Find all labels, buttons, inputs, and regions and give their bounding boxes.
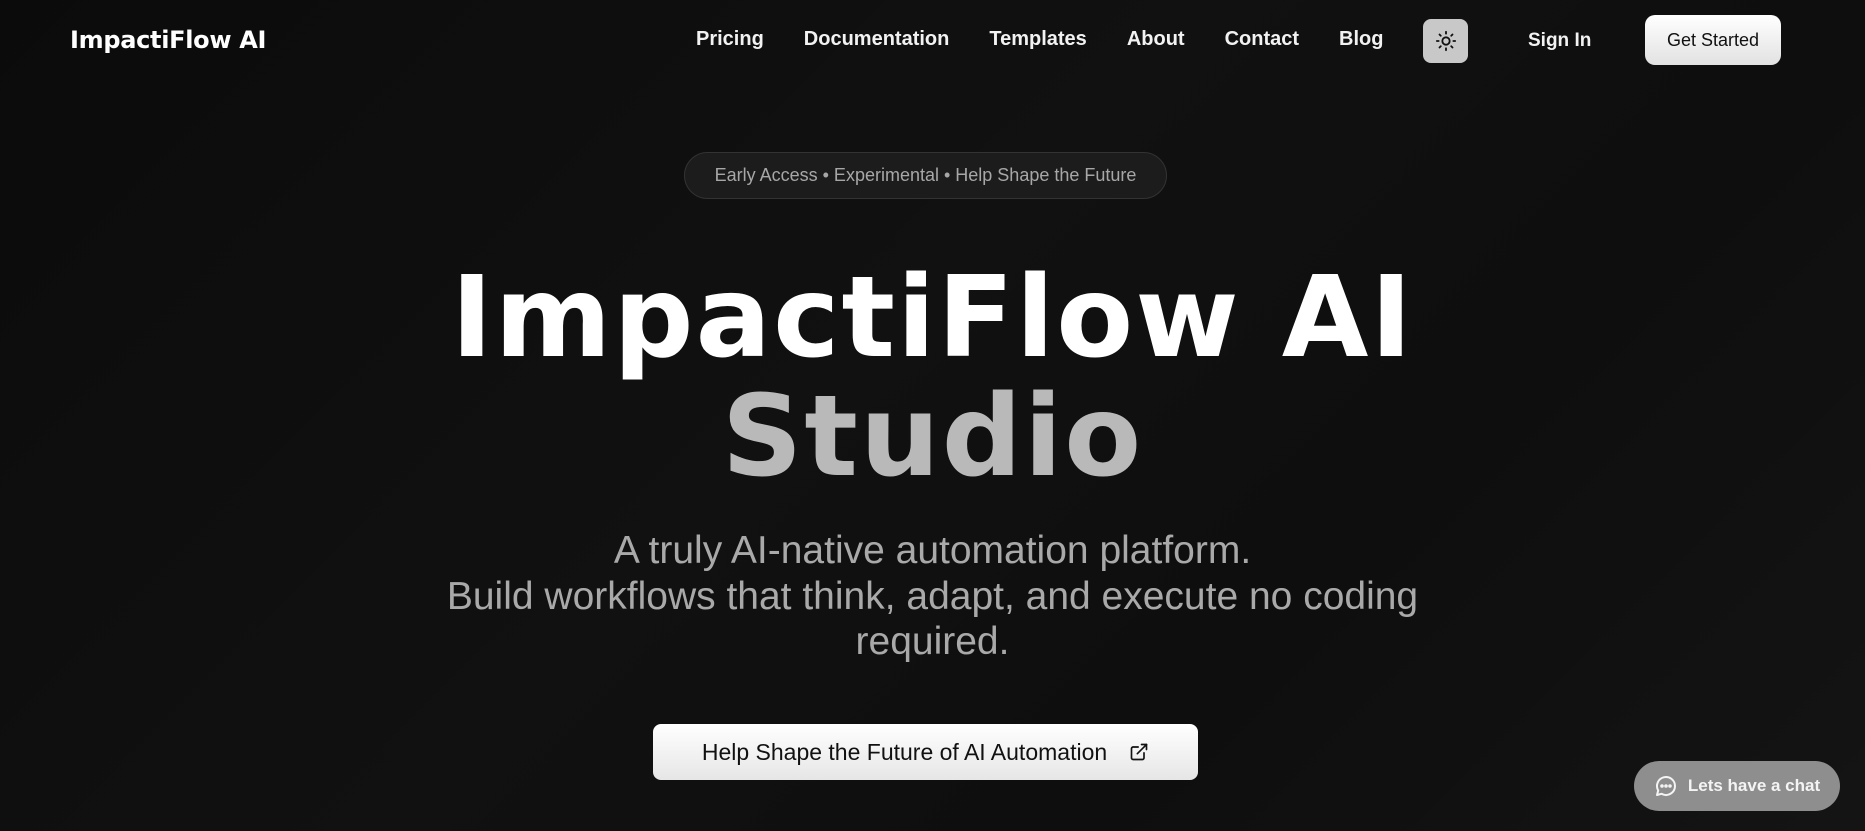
nav-item-contact[interactable]: Contact (1225, 28, 1299, 51)
chat-bubble-icon (1655, 776, 1676, 796)
sun-icon (1435, 30, 1456, 52)
theme-toggle-button[interactable] (1423, 19, 1468, 63)
nav-item-about[interactable]: About (1127, 28, 1185, 51)
hero-title-line2: Studio (721, 372, 1144, 502)
help-shape-future-button[interactable]: Help Shape the Future of AI Automation (653, 724, 1198, 780)
brand-logo[interactable]: ImpactiFlow AI (70, 26, 266, 54)
cta-label: Help Shape the Future of AI Automation (701, 738, 1108, 765)
chat-widget-button[interactable]: Lets have a chat (1634, 761, 1840, 811)
hero-subtitle-line1: A truly AI-native automation platform. (613, 529, 1252, 572)
nav-item-pricing[interactable]: Pricing (696, 28, 764, 51)
hero-subtitle-line2: Build workflows that think, adapt, and e… (446, 575, 1419, 618)
sign-in-link[interactable]: Sign In (1528, 30, 1591, 52)
external-link-icon (1130, 743, 1148, 761)
get-started-button[interactable]: Get Started (1645, 15, 1781, 65)
early-access-badge: Early Access • Experimental • Help Shape… (684, 152, 1167, 199)
chat-widget-label: Lets have a chat (1687, 776, 1821, 795)
nav-links: Pricing Documentation Templates About Co… (696, 28, 1383, 51)
nav-item-documentation[interactable]: Documentation (804, 28, 950, 51)
hero-subtitle-line3: required. (855, 620, 1010, 663)
nav-item-templates[interactable]: Templates (989, 28, 1086, 51)
top-nav: ImpactiFlow AI Pricing Documentation Tem… (0, 0, 1865, 80)
nav-item-blog[interactable]: Blog (1339, 28, 1383, 51)
hero-title-line1: ImpactiFlow AI (450, 253, 1415, 383)
